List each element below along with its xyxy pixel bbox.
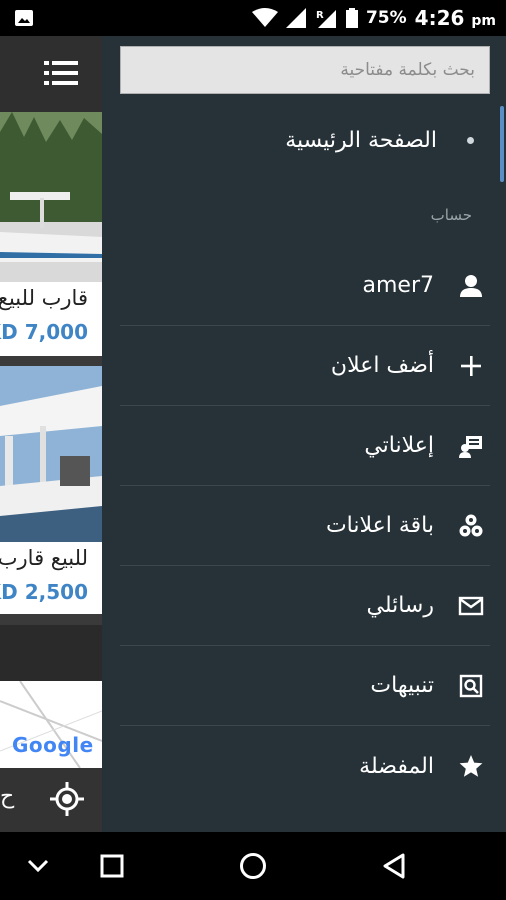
ad-package-icon xyxy=(456,511,486,541)
map-view[interactable]: Google xyxy=(0,625,102,768)
drawer-item-label: باقة اعلانات xyxy=(325,513,434,538)
listing-title: للبيع قارب xyxy=(0,546,88,570)
account-section-header: حساب xyxy=(430,206,472,224)
svg-text:R: R xyxy=(316,10,324,21)
map-photo-strip xyxy=(0,625,102,681)
drawer-item-my-ads[interactable]: إعلاناتي xyxy=(120,406,490,486)
drawer-item-label: تنبيهات xyxy=(370,673,434,698)
drawer-item-ad-package[interactable]: باقة اعلانات xyxy=(120,486,490,566)
home-label: الصفحة الرئيسية xyxy=(285,127,437,153)
alert-search-icon xyxy=(456,671,486,701)
listing-card[interactable]: للبيع قارب KD 2,500 xyxy=(0,366,102,614)
star-icon xyxy=(456,751,486,781)
drawer-item-home[interactable]: الصفحة الرئيسية xyxy=(120,106,490,174)
drawer-item-label: رسائلي xyxy=(366,593,434,618)
listing-price: KD 7,000 xyxy=(0,320,88,344)
boat-photo xyxy=(0,366,102,542)
navigation-drawer: الصفحة الرئيسية حساب amer7 أضف اعلان إعل… xyxy=(102,36,506,832)
scrollbar[interactable] xyxy=(500,106,504,182)
app-toolbar xyxy=(0,36,102,112)
bullet-icon xyxy=(467,136,474,144)
listing-card[interactable]: قارب للبيع KD 7,000 xyxy=(0,112,102,356)
wifi-icon xyxy=(251,8,278,27)
search-input[interactable] xyxy=(121,47,489,93)
system-nav-bar xyxy=(0,832,506,900)
list-menu-icon[interactable] xyxy=(44,58,78,88)
search-box xyxy=(120,46,490,94)
battery-icon xyxy=(345,8,358,28)
locate-icon[interactable] xyxy=(50,782,84,816)
drawer-item-label: إعلاناتي xyxy=(364,433,434,458)
map-bottom-bar: ح xyxy=(0,768,102,832)
image-icon xyxy=(15,10,33,26)
battery-percent: 75% xyxy=(365,8,407,28)
drawer-item-alerts[interactable]: تنبيهات xyxy=(120,646,490,726)
hide-keyboard-button[interactable] xyxy=(18,846,58,886)
plus-icon xyxy=(456,351,486,381)
drawer-item-label: amer7 xyxy=(362,273,435,298)
my-ads-icon xyxy=(456,431,486,461)
recent-apps-button[interactable] xyxy=(92,846,132,886)
listing-price: KD 2,500 xyxy=(0,580,88,604)
google-logo: Google xyxy=(12,733,94,757)
status-bar: R 75% 4:26 pm xyxy=(0,0,506,36)
home-button[interactable] xyxy=(233,846,273,886)
drawer-item-profile[interactable]: amer7 xyxy=(120,246,490,326)
back-button[interactable] xyxy=(374,846,414,886)
chevron-down-icon xyxy=(27,859,49,873)
drawer-item-label: أضف اعلان xyxy=(330,353,434,378)
drawer-item-label: المفضلة xyxy=(359,753,434,779)
drawer-item-add-ad[interactable]: أضف اعلان xyxy=(120,326,490,406)
clock-time: 4:26 xyxy=(414,6,465,30)
home-icon xyxy=(240,853,266,879)
clock-suffix: pm xyxy=(471,13,496,29)
boat-photo xyxy=(0,112,102,282)
background-app: قارب للبيع KD 7,000 للبيع قارب KD 2,500 … xyxy=(0,36,102,832)
envelope-icon xyxy=(456,591,486,621)
recent-apps-icon xyxy=(100,854,124,878)
back-icon xyxy=(383,853,405,879)
bottom-label: ح xyxy=(0,784,15,809)
signal-icon xyxy=(285,8,306,28)
drawer-item-messages[interactable]: رسائلي xyxy=(120,566,490,646)
drawer-item-favorites[interactable]: المفضلة xyxy=(120,726,490,806)
signal-roaming-icon: R xyxy=(316,10,336,28)
clock: 4:26 pm xyxy=(415,6,496,30)
user-icon xyxy=(456,271,486,301)
listing-title: قارب للبيع xyxy=(0,286,88,310)
